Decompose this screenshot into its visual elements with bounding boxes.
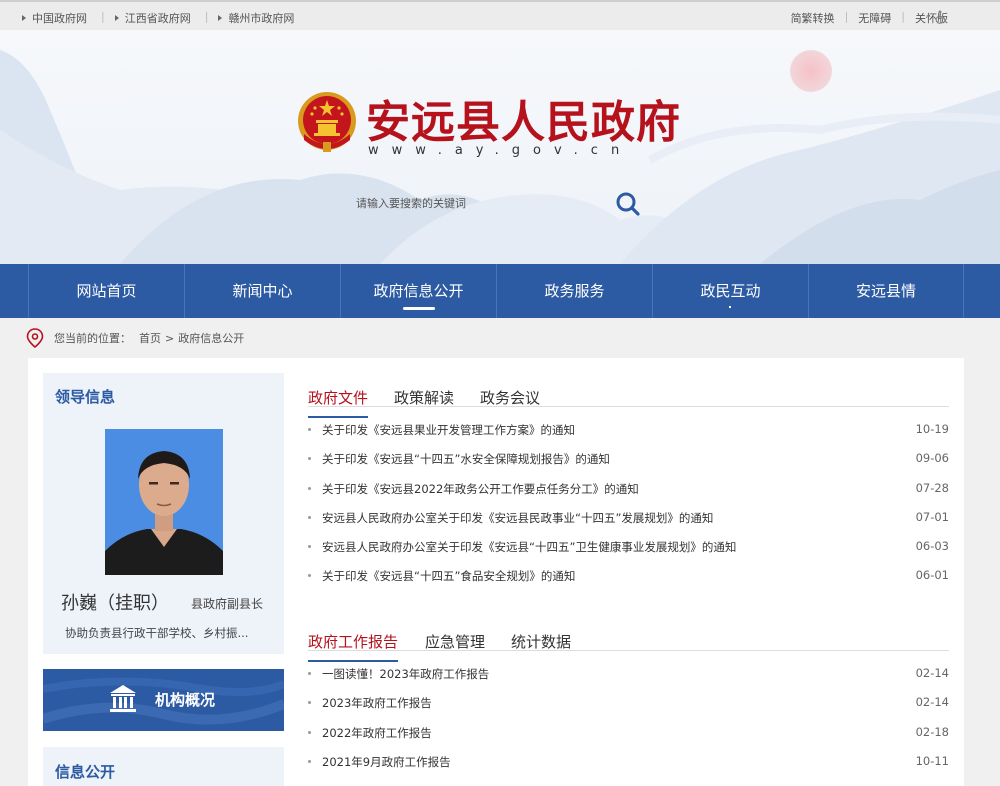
main-nav: 网站首页 新闻中心 政府信息公开 政务服务 政民互动 安远县情 [0,264,1000,318]
tab-policy-interpretation[interactable]: 政策解读 [394,387,454,416]
top-bar: 中国政府网 | 江西省政府网 | 赣州市政府网 简繁转换 | 无障碍 | 关怀版 [0,0,1000,30]
divider: | [204,10,209,23]
leader-name[interactable]: 孙巍（挂职） [61,589,169,615]
list-item[interactable]: 安远县人民政府办公室关于印发《安远县民政事业“十四五”发展规划》的通知 07-01 [308,506,949,535]
list-item[interactable]: 关于印发《安远县“十四五”食品安全规划》的通知 06-01 [308,564,949,593]
info-section-title: 信息公开 [55,763,116,781]
nav-item-services[interactable]: 政务服务 [496,264,652,318]
search-icon[interactable] [614,190,642,218]
breadcrumb: 您当前的位置： 首页 > 政府信息公开 [26,328,244,348]
search-box [342,184,652,224]
location-pin-icon [26,328,44,348]
nav-item-news[interactable]: 新闻中心 [184,264,340,318]
list-item[interactable]: 安远县人民政府办公室关于印发《安远县“十四五”卫生健康事业发展规划》的通知 06-… [308,535,949,564]
info-public-card: 信息公开 [43,747,284,786]
bullet [308,545,311,549]
tab-gov-meetings[interactable]: 政务会议 [480,387,540,416]
tab-gov-documents[interactable]: 政府文件 [308,387,369,418]
nav-item-county-info[interactable]: 安远县情 [808,264,964,318]
breadcrumb-separator: > [165,331,175,345]
triangle-icon [114,15,119,21]
list-item[interactable]: 2022年政府工作报告 02-18 [308,721,949,750]
nav-item-interaction[interactable]: 政民互动 [652,264,808,318]
breadcrumb-home[interactable]: 首页 [139,330,161,346]
link-jiangxi-gov[interactable]: 江西省政府网 [114,10,191,26]
nav-item-gov-info[interactable]: 政府信息公开 [340,264,496,318]
external-links: 中国政府网 | 江西省政府网 | 赣州市政府网 [22,10,308,26]
bullet [308,486,311,490]
bullet [308,672,311,675]
breadcrumb-label: 您当前的位置： [54,332,131,345]
site-tools: 简繁转换 | 无障碍 | 关怀版 [781,10,948,26]
site-title: 安远县人民政府 [366,97,681,148]
list-item[interactable]: 关于印发《安远县“十四五”水安全保障规划报告》的通知 09-06 [308,447,949,476]
leader-description: 协助负责县行政干部学校、乡村振... [65,626,249,640]
simplified-traditional-toggle[interactable]: 简繁转换 [791,10,835,26]
tab-emergency-management[interactable]: 应急管理 [425,631,485,660]
bullet [308,759,311,763]
triangle-icon [22,15,26,21]
docs-list: 关于印发《安远县果业开发管理工作方案》的通知 10-19 关于印发《安远县“十四五… [308,418,949,594]
accessibility-link[interactable]: 无障碍 [858,10,891,26]
wheelchair-icon[interactable] [934,10,948,24]
leader-role: 县政府副县长 [191,597,264,611]
bullet [308,457,311,461]
list-item[interactable]: 一图读懂！2023年政府工作报告 02-14 [308,662,949,691]
nav-item-home[interactable]: 网站首页 [28,264,184,318]
main-content: 领导信息 孙巍（挂职） 县政府副县长 协助负责县行政干部学校、乡村振... 机构… [28,358,964,786]
list-item[interactable]: 关于印发《安远县果业开发管理工作方案》的通知 10-19 [308,418,949,447]
tab-statistics[interactable]: 统计数据 [511,631,571,660]
list-item[interactable]: 2021年9月政府工作报告 10-11 [308,750,949,779]
site-header: 安远县人民政府 www.ay.gov.cn [0,30,1000,264]
bullet [308,574,311,578]
site-domain: www.ay.gov.cn [368,143,633,158]
bullet [308,515,311,519]
list-item[interactable]: 关于印发《安远县2022年政务公开工作要点任务分工》的通知 07-28 [308,477,949,506]
bullet [308,428,311,431]
national-emblem-icon [298,92,356,152]
list-item[interactable]: 2023年政府工作报告 02-14 [308,691,949,720]
org-overview-label: 机构概况 [155,691,216,709]
triangle-icon [218,15,223,21]
reports-tabs: 政府工作报告 应急管理 统计数据 [308,617,949,662]
link-ganzhou-gov[interactable]: 赣州市政府网 [218,10,294,26]
reports-list: 一图读懂！2023年政府工作报告 02-14 2023年政府工作报告 02-14 2… [308,662,949,779]
org-overview-button[interactable]: 机构概况 [43,669,284,731]
divider: | [101,10,105,23]
tab-work-reports[interactable]: 政府工作报告 [308,631,399,662]
link-central-gov[interactable]: 中国政府网 [22,10,87,26]
docs-tabs: 政府文件 政策解读 政务会议 [308,373,949,418]
building-icon [110,685,136,712]
bullet [308,730,311,734]
divider: | [844,10,849,23]
breadcrumb-current[interactable]: 政府信息公开 [178,330,244,346]
leader-card: 领导信息 孙巍（挂职） 县政府副县长 协助负责县行政干部学校、乡村振... [43,373,284,654]
divider: | [901,10,905,23]
active-indicator [403,307,435,310]
bullet [308,701,311,705]
leader-section-title: 领导信息 [55,388,116,406]
leader-photo[interactable] [105,429,223,575]
search-input[interactable] [342,190,592,216]
leader-portrait [105,429,223,575]
sun-decoration [790,50,832,92]
hover-dot [729,306,731,308]
